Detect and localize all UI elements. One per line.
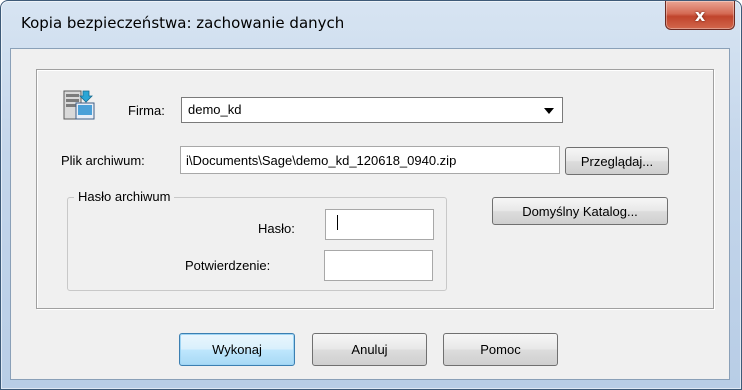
default-directory-button[interactable]: Domyślny Katalog... [492,197,668,225]
database-computer-icon [63,90,95,120]
firma-label: Firma: [128,103,165,118]
cancel-button[interactable]: Anuluj [312,333,427,366]
firma-select[interactable]: demo_kd [181,97,563,123]
firma-selected-value: demo_kd [188,102,242,117]
text-caret [337,215,338,230]
execute-button[interactable]: Wykonaj [179,333,295,366]
help-button[interactable]: Pomoc [443,333,558,366]
browse-button[interactable]: Przeglądaj... [565,147,669,175]
close-button[interactable]: x [665,1,735,30]
confirm-label: Potwierdzenie: [185,258,271,273]
password-field[interactable] [325,209,434,240]
window-title: Kopia bezpieczeństwa: zachowanie danych [21,14,345,32]
confirm-password-field[interactable] [324,250,433,281]
archive-path-value: i\Documents\Sage\demo_kd_120618_0940.zip [186,153,457,168]
archive-label: Plik archiwum: [61,153,145,168]
archive-path-input[interactable]: i\Documents\Sage\demo_kd_120618_0940.zip [180,146,560,174]
password-label: Hasło: [258,221,295,236]
password-group-legend: Hasło archiwum [74,189,175,204]
chevron-down-icon[interactable] [544,108,554,114]
title-bar[interactable]: Kopia bezpieczeństwa: zachowanie danych … [1,1,741,51]
close-icon: x [694,5,706,25]
